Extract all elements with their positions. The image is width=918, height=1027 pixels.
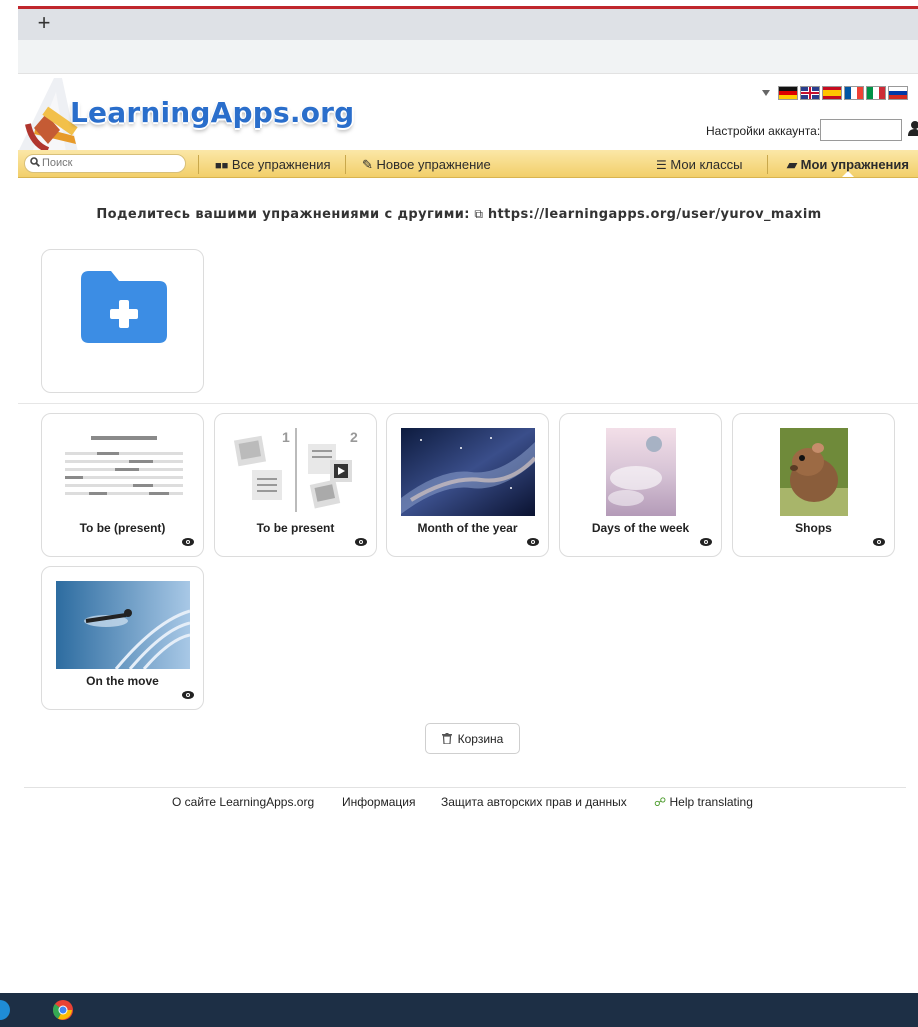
nav-my-classes-label: Мои классы — [670, 157, 743, 172]
nav-separator — [198, 155, 199, 174]
app-card[interactable]: Shops — [732, 413, 895, 557]
mouse-thumbnail — [780, 428, 848, 516]
search-placeholder: Поиск — [42, 157, 73, 169]
text-exercise-thumbnail — [65, 436, 183, 495]
app-card[interactable]: To be (present) — [41, 413, 204, 557]
account-settings-label: Настройки аккаунта: — [706, 124, 821, 138]
app-card[interactable]: 1 2 To be present — [214, 413, 377, 557]
translate-icon: ☍ — [654, 795, 667, 809]
new-tab-button[interactable]: + — [30, 9, 58, 37]
grid-icon: ■■ — [215, 160, 229, 172]
flag-de-icon[interactable] — [778, 86, 798, 100]
nav-my-exercises-label: Мои упражнения — [800, 157, 909, 172]
site-title[interactable]: LearningApps.org — [70, 96, 354, 129]
app-card[interactable]: Month of the year — [386, 413, 549, 557]
eye-icon[interactable] — [355, 538, 367, 546]
swimmer-thumbnail — [56, 581, 190, 669]
trash-icon — [441, 733, 452, 744]
tab-strip-accent — [18, 6, 918, 9]
flag-fr-icon[interactable] — [844, 86, 864, 100]
new-folder-card[interactable] — [41, 249, 204, 393]
nav-new-exercise[interactable]: ✎ Новое упражнение — [362, 157, 491, 173]
nav-all-exercises[interactable]: ■■ Все упражнения — [215, 157, 331, 172]
app-title: On the move — [86, 674, 159, 688]
user-icon[interactable] — [907, 120, 918, 140]
account-field[interactable] — [820, 119, 902, 141]
active-tab-pointer — [842, 171, 854, 177]
share-url[interactable]: https://learningapps.org/user/yurov_maxi… — [488, 207, 822, 222]
flag-ru-icon[interactable] — [888, 86, 908, 100]
address-bar[interactable] — [18, 40, 918, 74]
share-line: Поделитесь вашими упражнениями с другими… — [0, 207, 918, 222]
nav-my-classes[interactable]: ☰ Мои классы — [656, 157, 742, 172]
external-link-icon: ⧉ — [474, 207, 484, 221]
tab-strip — [18, 9, 918, 40]
footer-copyright-link[interactable]: Защита авторских прав и данных — [441, 795, 627, 809]
chrome-icon[interactable] — [52, 999, 74, 1021]
language-flags[interactable] — [762, 86, 908, 100]
flag-es-icon[interactable] — [822, 86, 842, 100]
pairing-exercise-thumbnail: 1 2 — [233, 428, 358, 512]
eye-icon[interactable] — [700, 538, 712, 546]
footer-divider — [24, 787, 906, 788]
help-translating-label: Help translating — [669, 795, 753, 809]
svg-text:1: 1 — [282, 429, 290, 445]
language-dropdown-icon[interactable] — [762, 90, 770, 96]
flag-uk-icon[interactable] — [800, 86, 820, 100]
nav-new-exercise-label: Новое упражнение — [376, 157, 491, 172]
trash-label: Корзина — [457, 731, 504, 746]
footer-info-link[interactable]: Информация — [342, 795, 415, 809]
app-title: Days of the week — [591, 521, 690, 535]
add-folder-icon — [81, 271, 167, 343]
svg-text:2: 2 — [350, 429, 358, 445]
section-divider — [18, 403, 918, 404]
app-title: To be (present) — [79, 521, 166, 535]
eye-icon[interactable] — [182, 538, 194, 546]
trash-button[interactable]: Корзина — [425, 723, 520, 754]
days-thumbnail — [606, 428, 676, 516]
app-card[interactable]: Days of the week — [559, 413, 722, 557]
eye-icon[interactable] — [873, 538, 885, 546]
app-card[interactable]: On the move — [41, 566, 204, 710]
os-taskbar — [0, 993, 918, 1027]
flag-it-icon[interactable] — [866, 86, 886, 100]
list-icon: ☰ — [656, 158, 667, 172]
folder-open-icon: ▰ — [787, 157, 797, 172]
nav-separator — [345, 155, 346, 174]
app-title: Shops — [795, 521, 832, 535]
app-icon[interactable] — [0, 1000, 10, 1020]
search-icon — [30, 157, 40, 167]
eye-icon[interactable] — [527, 538, 539, 546]
galaxy-thumbnail — [401, 428, 535, 516]
eye-icon[interactable] — [182, 691, 194, 699]
nav-separator — [767, 155, 768, 174]
app-title: Month of the year — [417, 521, 518, 535]
footer-about-link[interactable]: О сайте LearningApps.org — [172, 795, 314, 809]
nav-all-exercises-label: Все упражнения — [231, 157, 331, 172]
share-text: Поделитесь вашими упражнениями с другими… — [96, 207, 470, 222]
pencil-icon: ✎ — [362, 157, 373, 172]
app-title: To be present — [256, 521, 335, 535]
footer-help-translating-link[interactable]: ☍ Help translating — [654, 795, 753, 809]
